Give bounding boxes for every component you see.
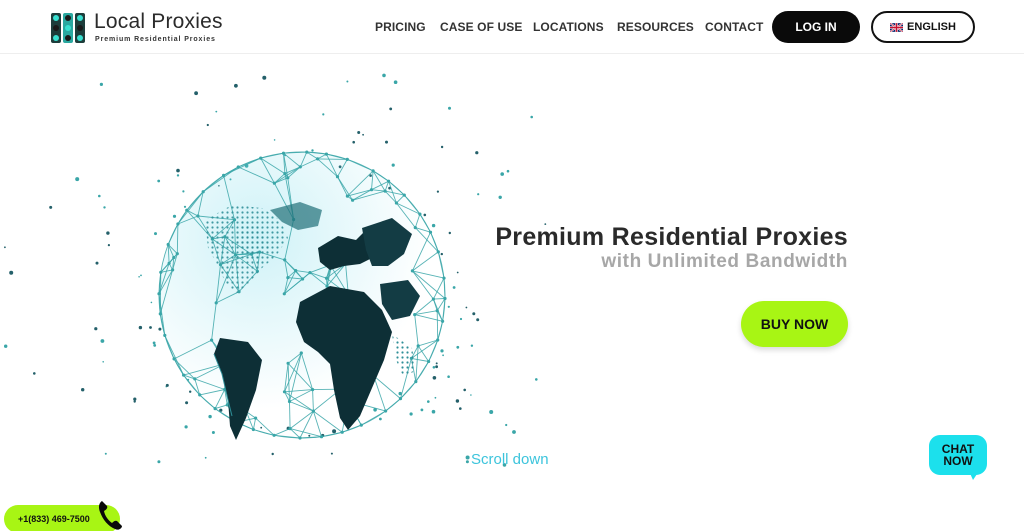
buy-now-label: BUY NOW — [760, 316, 829, 332]
nav-locations[interactable]: LOCATIONS — [533, 20, 604, 34]
scroll-down-link[interactable]: Scroll down — [471, 451, 549, 468]
nav-resources[interactable]: RESOURCES — [617, 20, 694, 34]
nav-contact[interactable]: CONTACT — [705, 20, 763, 34]
uk-flag-icon — [890, 22, 904, 32]
hero-subtitle: with Unlimited Bandwidth — [601, 251, 848, 272]
phone-number: +1(833) 469-7500 — [18, 514, 90, 524]
login-label: LOG IN — [795, 20, 837, 34]
hero-title: Premium Residential Proxies — [495, 223, 848, 251]
buy-now-button[interactable]: BUY NOW — [741, 301, 848, 347]
chat-now-button[interactable]: CHAT NOW — [929, 435, 987, 481]
phone-callout[interactable]: +1(833) 469-7500 — [4, 501, 122, 531]
login-button[interactable]: LOG IN — [772, 11, 860, 43]
logo-tagline: Premium Residential Proxies — [95, 36, 216, 43]
nav-pricing[interactable]: PRICING — [375, 20, 426, 34]
language-selector[interactable]: ENGLISH — [871, 11, 975, 43]
chat-line-2: NOW — [943, 454, 973, 468]
language-label: ENGLISH — [907, 21, 956, 33]
chat-bubble-tail — [969, 471, 979, 480]
phone-handset-icon — [98, 501, 122, 530]
nav-case-of-use[interactable]: CASE OF USE — [440, 20, 522, 34]
site-header: Local Proxies Premium Residential Proxie… — [0, 0, 1024, 54]
chat-bubble-icon: CHAT NOW — [929, 435, 987, 475]
